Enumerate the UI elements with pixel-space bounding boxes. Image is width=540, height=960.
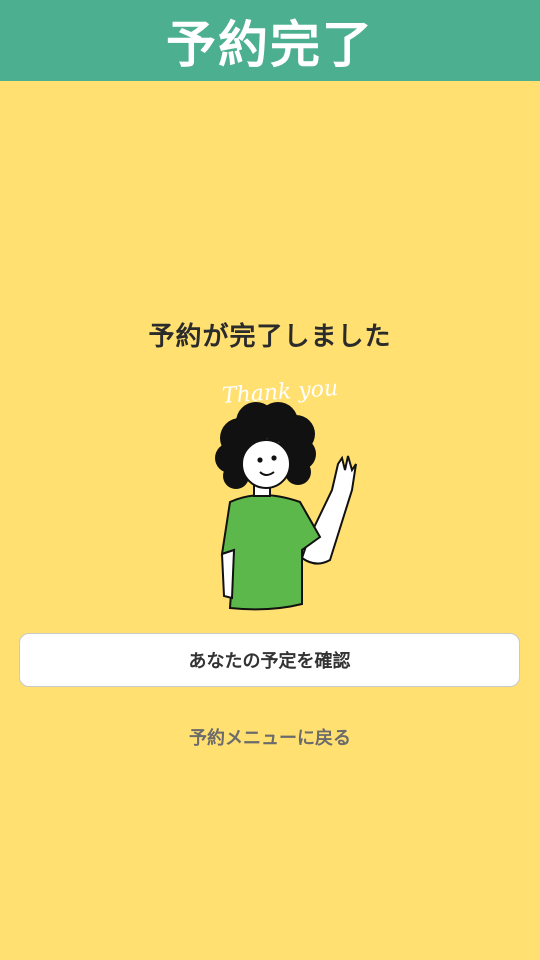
waving-person-illustration [215, 402, 357, 611]
back-to-menu-link[interactable]: 予約メニューに戻る [0, 724, 540, 750]
completion-message: 予約が完了しました [148, 322, 392, 352]
page-title: 予約完了 [166, 15, 374, 74]
app-header: 予約完了 [0, 0, 540, 81]
confirm-schedule-button[interactable]: あなたの予定を確認 [19, 633, 520, 687]
